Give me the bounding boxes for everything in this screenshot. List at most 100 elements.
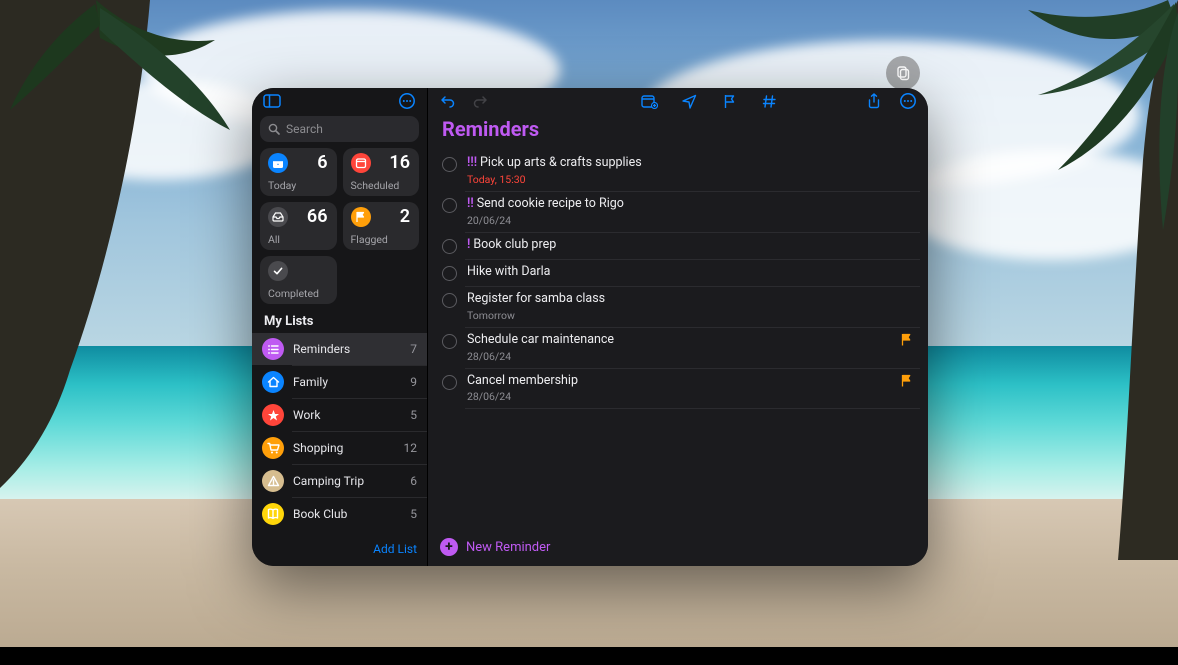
reminder-title: Pick up arts & crafts supplies: [480, 155, 642, 170]
smart-flagged[interactable]: 2 Flagged: [343, 202, 420, 250]
smart-today[interactable]: • 6 Today: [260, 148, 337, 196]
list-count: 7: [410, 342, 417, 356]
complete-checkbox[interactable]: [442, 198, 457, 213]
list-count: 5: [410, 507, 417, 521]
redo-icon: [472, 93, 488, 109]
smart-scheduled-count: 16: [389, 152, 410, 173]
add-tag-button[interactable]: [759, 91, 779, 111]
calendar-icon: [355, 157, 367, 169]
share-icon: [867, 93, 881, 109]
reminders-list: !!!Pick up arts & crafts supplies Today, …: [428, 151, 928, 530]
list-count: 5: [410, 408, 417, 422]
list-icon: [262, 404, 284, 426]
add-location-button[interactable]: [679, 91, 699, 111]
undo-icon: [440, 93, 456, 109]
list-name: Work: [293, 408, 401, 422]
search-input[interactable]: Search: [260, 116, 419, 142]
list-count: 9: [410, 375, 417, 389]
reminder-item[interactable]: !!!Pick up arts & crafts supplies Today, …: [432, 151, 920, 191]
forward-button: [470, 91, 490, 111]
complete-checkbox[interactable]: [442, 293, 457, 308]
sidebar-toolbar: [252, 88, 427, 114]
reminder-title: Register for samba class: [467, 291, 605, 306]
smart-lists-grid: • 6 Today 16 Scheduled 66 All 2 Flagged: [252, 148, 427, 304]
reminder-title: Send cookie recipe to Rigo: [477, 196, 624, 211]
list-title: Reminders: [428, 114, 928, 151]
new-reminder-label: New Reminder: [466, 540, 550, 555]
reminder-item[interactable]: Cancel membership28/06/24: [432, 369, 920, 409]
list-icon: [262, 338, 284, 360]
complete-checkbox[interactable]: [442, 334, 457, 349]
list-icon: [262, 437, 284, 459]
share-button[interactable]: [864, 91, 884, 111]
smart-flagged-count: 2: [400, 206, 410, 227]
complete-checkbox[interactable]: [442, 157, 457, 172]
plus-circle-icon: +: [440, 538, 458, 556]
add-date-button[interactable]: [639, 91, 659, 111]
priority-indicator: !: [467, 237, 470, 252]
add-list-button[interactable]: Add List: [373, 542, 417, 556]
reminder-subtitle: Tomorrow: [467, 309, 914, 322]
reminder-item[interactable]: Hike with Darla: [432, 260, 920, 286]
smart-all[interactable]: 66 All: [260, 202, 337, 250]
sidebar-more-button[interactable]: [397, 91, 417, 111]
list-icon: [262, 503, 284, 525]
tray-icon: [272, 212, 284, 222]
list-count: 6: [410, 474, 417, 488]
smart-all-count: 66: [307, 206, 328, 227]
calendar-today-icon: •: [272, 157, 284, 169]
overlay-icon: [895, 65, 911, 81]
back-button[interactable]: [438, 91, 458, 111]
list-icon: [262, 371, 284, 393]
main-pane: Reminders !!!Pick up arts & crafts suppl…: [428, 88, 928, 566]
smart-completed[interactable]: Completed: [260, 256, 337, 304]
list-name: Reminders: [293, 342, 401, 356]
list-item[interactable]: Book Club 5: [252, 498, 427, 530]
toggle-sidebar-button[interactable]: [262, 91, 282, 111]
reminder-item[interactable]: !!Send cookie recipe to Rigo20/06/24: [432, 192, 920, 232]
main-toolbar: [428, 88, 928, 114]
smart-today-count: 6: [317, 152, 327, 173]
system-control-pill[interactable]: [886, 56, 920, 90]
mylists-header: My Lists: [252, 304, 427, 333]
list-name: Book Club: [293, 507, 401, 521]
list-name: Camping Trip: [293, 474, 401, 488]
reminder-item[interactable]: Register for samba class Tomorrow: [432, 287, 920, 327]
list-count: 12: [404, 441, 418, 455]
reminder-subtitle: 20/06/24: [467, 214, 914, 227]
search-icon: [268, 123, 280, 135]
location-icon: [682, 94, 697, 109]
reminder-subtitle: Today, 15:30: [467, 173, 914, 186]
smart-scheduled[interactable]: 16 Scheduled: [343, 148, 420, 196]
complete-checkbox[interactable]: [442, 239, 457, 254]
ellipsis-circle-icon: [899, 92, 917, 110]
reminder-title: Book club prep: [473, 237, 556, 252]
new-reminder-button[interactable]: + New Reminder: [428, 530, 928, 566]
list-item[interactable]: Reminders 7: [252, 333, 427, 365]
main-more-button[interactable]: [898, 91, 918, 111]
list-item[interactable]: Work 5: [252, 399, 427, 431]
complete-checkbox[interactable]: [442, 375, 457, 390]
complete-checkbox[interactable]: [442, 266, 457, 281]
list-item[interactable]: Shopping 12: [252, 432, 427, 464]
smart-flagged-label: Flagged: [351, 233, 388, 246]
reminder-item[interactable]: !Book club prep: [432, 233, 920, 259]
ellipsis-circle-icon: [398, 92, 416, 110]
list-name: Shopping: [293, 441, 395, 455]
reminder-subtitle: 28/06/24: [467, 350, 914, 363]
hash-icon: [762, 94, 777, 109]
smart-scheduled-label: Scheduled: [351, 179, 400, 192]
check-icon: [272, 265, 284, 277]
flag-outline-icon: [723, 94, 736, 109]
smart-completed-label: Completed: [268, 287, 319, 300]
priority-indicator: !!!: [467, 155, 477, 170]
list-item[interactable]: Family 9: [252, 366, 427, 398]
reminder-title: Hike with Darla: [467, 264, 550, 279]
smart-all-label: All: [268, 233, 280, 246]
list-item[interactable]: Camping Trip 6: [252, 465, 427, 497]
reminder-title: Schedule car maintenance: [467, 332, 614, 347]
reminder-item[interactable]: Schedule car maintenance 28/06/24: [432, 328, 920, 368]
reminder-subtitle: 28/06/24: [467, 390, 914, 403]
add-flag-button[interactable]: [719, 91, 739, 111]
list-name: Family: [293, 375, 401, 389]
